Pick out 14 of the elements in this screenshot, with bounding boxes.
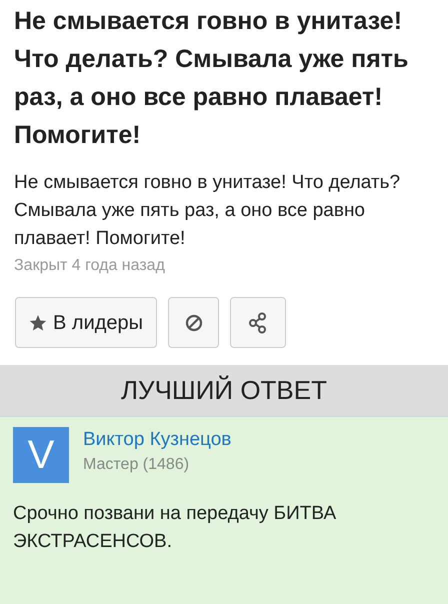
prohibited-icon	[184, 314, 203, 332]
author-rank: Мастер (1486)	[83, 455, 190, 475]
star-icon	[29, 314, 47, 332]
leaders-button[interactable]: В лидеры	[15, 297, 158, 348]
best-answer-heading: ЛУЧШИЙ ОТВЕТ	[120, 374, 327, 407]
avatar-letter: V	[28, 435, 54, 475]
author-link[interactable]: Виктор Кузнецов	[83, 427, 232, 453]
question-text: Не смывается говно в унитазе! Что делать? Смывала уже пять раз, а оно все равно плавает! Помогите!	[14, 171, 402, 251]
answer-text: Срочно позвани на передачу БИТВА ЭКСТРАСЕНСОВ.	[13, 502, 338, 554]
share-icon	[248, 312, 268, 334]
block-button[interactable]	[168, 297, 220, 348]
share-button[interactable]	[230, 297, 286, 348]
question-title: Не смывается говно в унитазе! Что делать? Смывала уже пять раз, а оно все равно плавает! Помогите!	[14, 6, 410, 151]
closed-status: Закрыт 4 года назад	[14, 256, 166, 276]
